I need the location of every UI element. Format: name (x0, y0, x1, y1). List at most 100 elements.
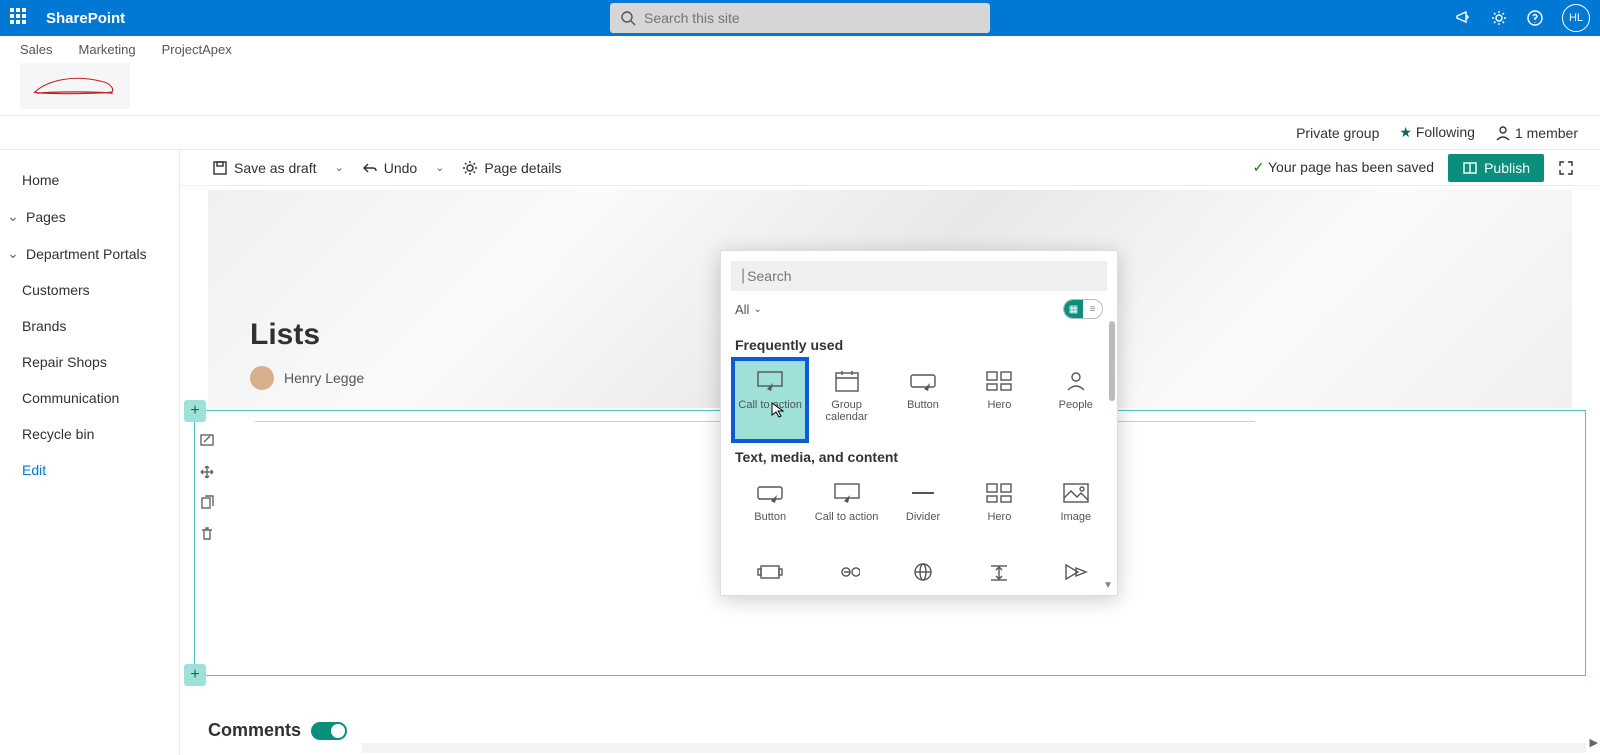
picker-section-text: Text, media, and content (735, 449, 1111, 465)
picker-filter-all[interactable]: All ⌄ (735, 302, 762, 317)
publish-icon (1462, 160, 1478, 176)
scroll-right-arrow[interactable]: ▶ (1590, 736, 1598, 749)
expand-icon[interactable] (1558, 160, 1574, 176)
nav-customers[interactable]: Customers (0, 272, 179, 308)
gallery-icon (756, 563, 784, 581)
follow-button[interactable]: ★ Following (1399, 124, 1475, 141)
author-name: Henry Legge (284, 370, 364, 386)
section-toolbar (194, 433, 220, 547)
group-type-label: Private group (1296, 125, 1379, 141)
settings-icon[interactable] (1490, 9, 1508, 27)
spacer-icon (985, 563, 1013, 583)
picker-body[interactable]: Frequently used Call to action Group cal… (721, 327, 1117, 595)
user-avatar[interactable]: HL (1562, 4, 1590, 32)
wp-spacer[interactable] (964, 555, 1034, 585)
search-icon (620, 10, 636, 26)
wp-stream[interactable] (1041, 555, 1111, 585)
site-logo[interactable] (20, 63, 130, 109)
picker-scroll-down[interactable]: ▼ (1103, 580, 1113, 591)
wp-hero-2[interactable]: Hero (964, 473, 1034, 551)
wp-embed[interactable] (888, 555, 958, 585)
suite-bar: SharePoint HL (0, 0, 1600, 36)
undo-button[interactable]: Undo (356, 156, 423, 180)
add-section-top[interactable]: + (184, 400, 206, 422)
wp-divider[interactable]: Divider (888, 473, 958, 551)
site-info-row: Private group ★ Following 1 member (0, 116, 1600, 150)
image-icon (1062, 481, 1090, 505)
wp-people[interactable]: People (1041, 361, 1111, 439)
wp-call-to-action[interactable]: Call to action (735, 361, 805, 439)
cta-icon (756, 369, 784, 393)
hero-icon (985, 481, 1013, 505)
divider-icon (909, 481, 937, 505)
cta-icon (833, 481, 861, 505)
hub-link-projectapex[interactable]: ProjectApex (162, 42, 232, 57)
wp-link[interactable] (811, 555, 881, 585)
page-editor: Save as draft ⌄ Undo ⌄ Page details ✓ Yo… (180, 150, 1600, 755)
people-icon (1062, 369, 1090, 393)
wp-button-2[interactable]: Button (735, 473, 805, 551)
wp-call-to-action-2[interactable]: Call to action (811, 473, 881, 551)
wp-image[interactable]: Image (1041, 473, 1111, 551)
side-nav: Home ⌄ Pages ⌄ Department Portals Custom… (0, 150, 180, 755)
megaphone-icon[interactable] (1454, 9, 1472, 27)
star-icon: ★ (1399, 124, 1412, 140)
nav-department-portals[interactable]: ⌄ Department Portals (0, 235, 179, 272)
gear-icon (462, 160, 478, 176)
chevron-down-icon: ⌄ (6, 245, 20, 262)
embed-icon (909, 563, 937, 581)
help-icon[interactable] (1526, 9, 1544, 27)
picker-view-toggle[interactable]: ▦ ≡ (1063, 299, 1103, 319)
comments-label: Comments (208, 720, 301, 741)
app-name[interactable]: SharePoint (46, 10, 125, 27)
undo-icon (362, 160, 378, 176)
save-draft-button[interactable]: Save as draft (206, 156, 323, 180)
members-link[interactable]: 1 member (1495, 125, 1578, 141)
nav-pages[interactable]: ⌄ Pages (0, 198, 179, 235)
grid-view-icon: ▦ (1064, 300, 1083, 318)
search-box[interactable] (610, 3, 990, 33)
edit-section-icon[interactable] (199, 433, 215, 454)
wp-hero[interactable]: Hero (964, 361, 1034, 439)
page-title[interactable]: Lists (250, 318, 364, 352)
author-avatar (250, 366, 274, 390)
move-section-icon[interactable] (199, 464, 215, 485)
nav-brands[interactable]: Brands (0, 308, 179, 344)
check-icon: ✓ (1253, 159, 1265, 175)
wp-gallery[interactable] (735, 555, 805, 585)
nav-repair-shops[interactable]: Repair Shops (0, 344, 179, 380)
hub-links: Sales Marketing ProjectApex (20, 42, 1580, 57)
horizontal-scrollbar[interactable] (362, 743, 1586, 753)
undo-chevron[interactable]: ⌄ (431, 161, 448, 174)
stream-icon (1062, 563, 1090, 581)
nav-recycle-bin[interactable]: Recycle bin (0, 416, 179, 452)
duplicate-section-icon[interactable] (199, 495, 215, 516)
save-draft-chevron[interactable]: ⌄ (331, 161, 348, 174)
saved-status: ✓ Your page has been saved (1253, 159, 1434, 176)
nav-communication[interactable]: Communication (0, 380, 179, 416)
person-icon (1495, 125, 1511, 141)
chevron-down-icon: ⌄ (753, 304, 761, 315)
picker-search-input[interactable] (747, 268, 1097, 284)
comments-toggle[interactable] (311, 722, 347, 740)
add-section-bottom[interactable]: + (184, 664, 206, 686)
picker-scrollbar[interactable] (1109, 321, 1115, 401)
search-input[interactable] (644, 10, 980, 26)
wp-group-calendar[interactable]: Group calendar (811, 361, 881, 439)
nav-edit[interactable]: Edit (0, 452, 179, 488)
webpart-picker: | All ⌄ ▦ ≡ Frequently used Call t (720, 250, 1118, 596)
wp-button[interactable]: Button (888, 361, 958, 439)
hub-link-sales[interactable]: Sales (20, 42, 53, 57)
hub-link-marketing[interactable]: Marketing (79, 42, 136, 57)
picker-section-frequent: Frequently used (735, 337, 1111, 353)
command-bar: Save as draft ⌄ Undo ⌄ Page details ✓ Yo… (180, 150, 1600, 186)
nav-home[interactable]: Home (0, 162, 179, 198)
hero-icon (985, 369, 1013, 393)
publish-button[interactable]: Publish (1448, 154, 1544, 182)
app-launcher-icon[interactable] (10, 8, 30, 28)
picker-search-box[interactable]: | (731, 261, 1107, 291)
delete-section-icon[interactable] (199, 526, 215, 547)
hub-nav: Sales Marketing ProjectApex (0, 36, 1600, 116)
page-details-button[interactable]: Page details (456, 156, 567, 180)
button-icon (909, 369, 937, 393)
